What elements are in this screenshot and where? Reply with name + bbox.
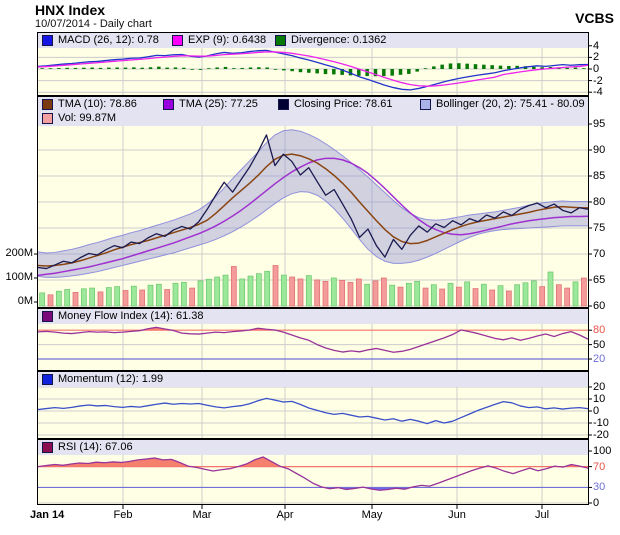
y-axis-label: 70 (593, 248, 605, 260)
legend-swatch (172, 35, 183, 46)
mfi-panel: Money Flow Index (14): 61.38 (37, 308, 589, 371)
x-axis-label: Jul (535, 509, 549, 521)
y-axis-label: 0 (593, 405, 599, 417)
volume-axis-label: 0M (0, 295, 33, 307)
y-axis-label: -20 (593, 429, 609, 441)
y-axis-label: 2 (593, 51, 599, 63)
legend-swatch (275, 35, 286, 46)
y-axis-label: 60 (593, 300, 605, 312)
x-axis-label: Jun (448, 509, 466, 521)
y-axis-label: 20 (593, 381, 605, 393)
legend-swatch (42, 35, 53, 46)
legend-swatch (42, 113, 53, 124)
volume-axis-label: 100M (0, 271, 33, 283)
legend-label: EXP (9): 0.6438 (188, 34, 266, 46)
y-axis-label: 100 (593, 445, 611, 457)
y-axis-label: 80 (593, 324, 605, 336)
y-axis-label: 95 (593, 118, 605, 130)
mfi-legend: Money Flow Index (14): 61.38 (38, 309, 588, 324)
legend-label: TMA (10): 78.86 (58, 98, 137, 110)
legend-swatch (42, 442, 53, 453)
momentum-legend: Momentum (12): 1.99 (38, 372, 588, 387)
y-axis-label: -2 (593, 75, 603, 87)
y-axis-label: 50 (593, 339, 605, 351)
y-axis-label: 85 (593, 170, 605, 182)
y-axis-label: 90 (593, 144, 605, 156)
x-axis-label: Apr (276, 509, 293, 521)
legend-item-tma25: TMA (25): 77.25 (163, 98, 258, 110)
y-axis-label: 70 (593, 461, 605, 473)
y-axis-label: 75 (593, 222, 605, 234)
rsi-legend: RSI (14): 67.06 (38, 440, 588, 455)
x-axis-label: Jan 14 (30, 509, 64, 521)
y-axis-label: 80 (593, 196, 605, 208)
legend-item-rsi: RSI (14): 67.06 (42, 441, 133, 453)
legend-label: Divergence: 0.1362 (291, 34, 386, 46)
legend-label: Bollinger (20, 2): 75.41 - 80.09 (436, 98, 585, 110)
x-axis-label: Feb (114, 509, 133, 521)
y-axis-label: -4 (593, 86, 603, 98)
legend-item-volume: Vol: 99.87M (42, 112, 116, 124)
page-title: HNX Index (35, 2, 105, 18)
y-axis-label: -10 (593, 417, 609, 429)
legend-label: MACD (26, 12): 0.78 (58, 34, 159, 46)
y-axis-label: 30 (593, 481, 605, 493)
legend-item-macd: MACD (26, 12): 0.78 (42, 34, 159, 46)
macd-panel: MACD (26, 12): 0.78 EXP (9): 0.6438 Dive… (37, 32, 589, 96)
y-axis-label: 0 (593, 497, 599, 509)
legend-label: Money Flow Index (14): 61.38 (58, 310, 204, 322)
macd-legend: MACD (26, 12): 0.78 EXP (9): 0.6438 Dive… (38, 33, 588, 48)
rsi-panel: RSI (14): 67.06 (37, 439, 589, 505)
price-panel: TMA (10): 78.86 TMA (25): 77.25 Closing … (37, 96, 589, 308)
legend-swatch (420, 99, 431, 110)
legend-swatch (163, 99, 174, 110)
legend-swatch (42, 311, 53, 322)
chart-page: HNX Index 10/07/2014 - Daily chart VCBS … (0, 0, 620, 535)
y-axis-label: 10 (593, 393, 605, 405)
legend-swatch (42, 99, 53, 110)
legend-label: Vol: 99.87M (58, 112, 116, 124)
legend-item-bollinger: Bollinger (20, 2): 75.41 - 80.09 (420, 98, 585, 110)
legend-item-momentum: Momentum (12): 1.99 (42, 373, 163, 385)
legend-swatch (42, 374, 53, 385)
price-legend: TMA (10): 78.86 TMA (25): 77.25 Closing … (38, 97, 588, 126)
legend-item-divergence: Divergence: 0.1362 (275, 34, 386, 46)
legend-item-exp: EXP (9): 0.6438 (172, 34, 266, 46)
y-axis-label: 65 (593, 274, 605, 286)
legend-item-close: Closing Price: 78.61 (278, 98, 392, 110)
legend-swatch (278, 99, 289, 110)
legend-item-mfi: Money Flow Index (14): 61.38 (42, 310, 204, 322)
chart-subtitle: 10/07/2014 - Daily chart (35, 18, 152, 30)
volume-axis-label: 200M (0, 247, 33, 259)
price-plot (38, 97, 588, 307)
legend-label: RSI (14): 67.06 (58, 441, 133, 453)
legend-label: Closing Price: 78.61 (294, 98, 392, 110)
y-axis-label: 20 (593, 353, 605, 365)
y-axis-label: 4 (593, 40, 599, 52)
x-axis-label: May (362, 509, 383, 521)
y-axis-label: 0 (593, 63, 599, 75)
legend-item-tma10: TMA (10): 78.86 (42, 98, 137, 110)
legend-label: TMA (25): 77.25 (179, 98, 258, 110)
x-axis-label: Mar (193, 509, 212, 521)
momentum-panel: Momentum (12): 1.99 (37, 371, 589, 439)
brand-label: VCBS (575, 10, 614, 26)
legend-label: Momentum (12): 1.99 (58, 373, 163, 385)
